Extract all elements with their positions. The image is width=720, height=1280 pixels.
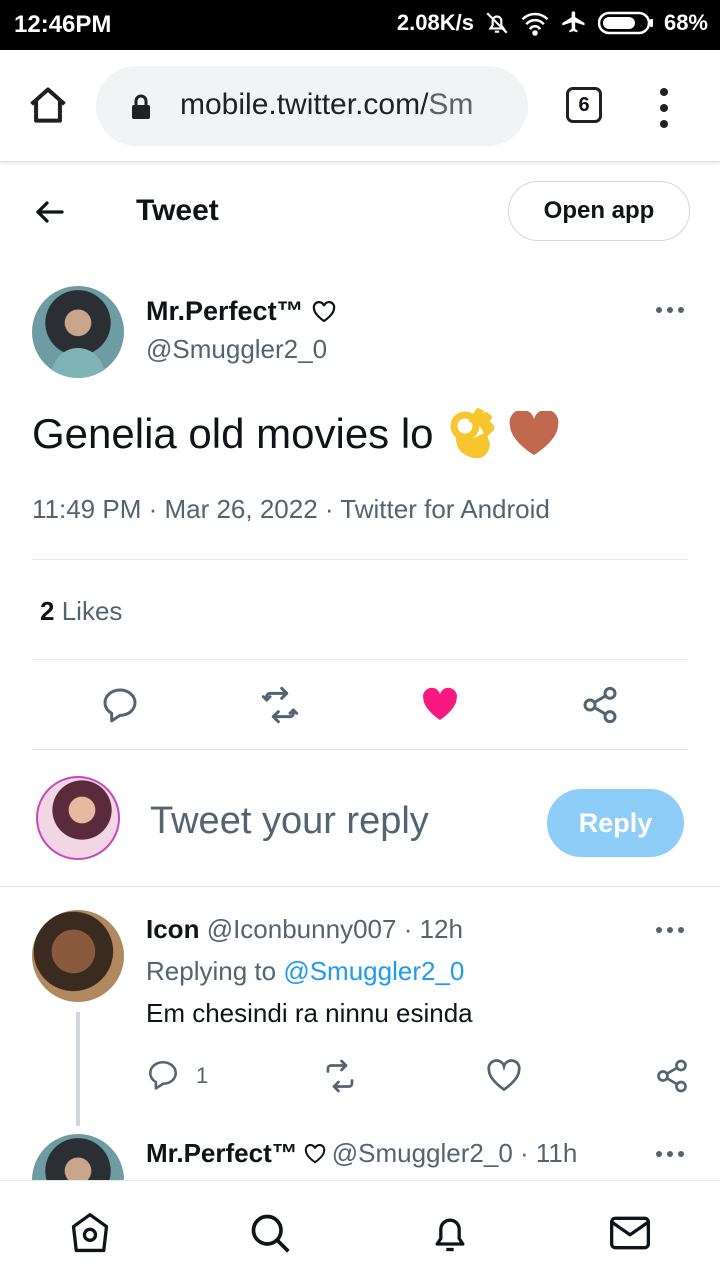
divider [32, 659, 688, 660]
outline-heart-icon [312, 300, 335, 322]
wifi-icon [521, 12, 549, 36]
bottom-nav [0, 1180, 720, 1280]
reply-header[interactable]: Mr.Perfect™ @Smuggler2_0 · 11h [146, 1138, 577, 1169]
airplane-icon [562, 11, 585, 33]
reply-button[interactable]: Reply [547, 789, 684, 857]
replying-to-link[interactable]: @Smuggler2_0 [283, 956, 464, 986]
outline-heart-icon [304, 1143, 325, 1163]
liked-heart-icon[interactable] [420, 685, 460, 725]
url-fade: Sm [428, 88, 474, 121]
lock-icon [132, 94, 150, 119]
author-avatar[interactable] [32, 286, 124, 378]
replying-to: Replying to @Smuggler2_0 [146, 956, 464, 987]
reply-count: 1 [196, 1063, 209, 1088]
share-icon[interactable] [580, 685, 620, 725]
tweet-text: Genelia old movies lo [32, 408, 560, 460]
search-icon[interactable] [248, 1211, 292, 1255]
reply-input[interactable]: Tweet your reply [150, 800, 429, 843]
url-text: mobile.twitter.com/Sm [180, 88, 473, 122]
reply-name: Mr.Perfect™ [146, 1138, 298, 1168]
home-icon[interactable] [26, 84, 70, 128]
notifications-icon[interactable] [428, 1211, 472, 1255]
status-icons: 2.08K/s 68% [397, 9, 708, 37]
reply-header[interactable]: Icon @Iconbunny007 · 12h [146, 914, 463, 945]
messages-icon[interactable] [608, 1211, 652, 1255]
author-name[interactable]: Mr.Perfect™ [146, 296, 336, 327]
back-arrow-icon[interactable] [32, 194, 68, 230]
reply-avatar[interactable] [32, 910, 124, 1002]
reply-time: · 12h [403, 914, 463, 944]
ok-hand-icon [450, 408, 494, 459]
reply-name: Icon [146, 914, 200, 944]
reply-icon[interactable] [146, 1058, 180, 1092]
reply-handle: @Iconbunny007 [206, 914, 397, 944]
thread-line [76, 1012, 80, 1126]
battery-icon [597, 11, 653, 35]
like-icon[interactable] [486, 1058, 522, 1094]
retweet-icon[interactable] [260, 685, 300, 725]
status-time: 12:46PM [14, 11, 112, 38]
likes-count[interactable]: 2 Likes [40, 596, 122, 627]
likes-number: 2 [40, 596, 55, 626]
net-speed: 2.08K/s [396, 10, 474, 35]
replying-to-label: Replying to [146, 956, 277, 986]
share-icon[interactable] [654, 1058, 690, 1094]
menu-icon[interactable] [654, 88, 674, 128]
open-app-button[interactable]: Open app [508, 181, 690, 241]
tweet-text-content: Genelia old movies lo [32, 410, 434, 457]
url-main: mobile.twitter.com/ [180, 88, 429, 121]
tweet-more-icon[interactable] [656, 307, 686, 315]
browser-toolbar: mobile.twitter.com/Sm 6 [0, 50, 720, 162]
bell-off-icon [486, 12, 508, 34]
battery-percent: 68% [663, 10, 708, 35]
author-name-text: Mr.Perfect™ [146, 296, 304, 326]
reply-more-icon[interactable] [656, 1151, 686, 1159]
user-avatar[interactable] [36, 776, 120, 860]
reply-more-icon[interactable] [656, 927, 686, 935]
retweet-icon[interactable] [322, 1058, 358, 1094]
divider [32, 559, 688, 560]
author-handle[interactable]: @Smuggler2_0 [146, 334, 327, 365]
brown-heart-icon [509, 411, 558, 455]
divider [32, 749, 688, 750]
reply-text: Em chesindi ra ninnu esinda [146, 998, 473, 1028]
reply-icon[interactable] [100, 685, 140, 725]
address-bar[interactable]: mobile.twitter.com/Sm [96, 66, 528, 146]
divider [0, 886, 720, 887]
status-bar: 12:46PM 2.08K/s 68% [0, 0, 720, 50]
likes-label: Likes [61, 596, 123, 626]
page-title: Tweet [136, 194, 219, 227]
reply-handle-time: @Smuggler2_0 · 11h [331, 1138, 578, 1168]
tab-switcher-button[interactable]: 6 [566, 87, 602, 123]
tweet-meta: 11:49 PM · Mar 26, 2022 · Twitter for An… [32, 494, 550, 524]
home-icon[interactable] [68, 1211, 112, 1255]
